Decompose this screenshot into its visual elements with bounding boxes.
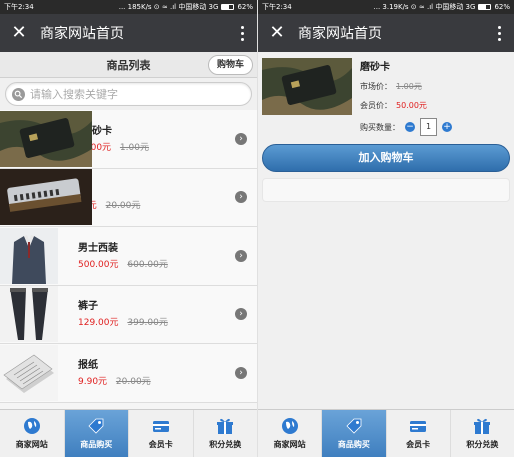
product-image-suit	[0, 227, 58, 284]
product-summary: 磨砂卡 市场价： 1.00元 会员价： 50.00元 购买数量： − 1 +	[262, 58, 510, 136]
tag-icon	[345, 417, 363, 435]
tab-shop-site[interactable]: 商家网站	[0, 410, 65, 457]
search-box	[5, 82, 252, 106]
chevron-right-icon[interactable]: ›	[235, 308, 247, 321]
product-old-price: 20.00元	[105, 201, 141, 212]
tab-label: 积分兑换	[466, 440, 499, 449]
product-image-card	[0, 110, 92, 167]
search-icon	[12, 87, 25, 101]
market-price: 1.00元	[396, 82, 422, 91]
card-icon	[152, 417, 170, 435]
battery-icon	[478, 4, 492, 10]
list-item[interactable]: 裤子 129.00元 399.00元 ›	[0, 285, 257, 344]
gift-icon	[473, 417, 491, 435]
product-price: 129.00元	[78, 318, 119, 329]
title-bar: ✕ 商家网站首页	[0, 14, 257, 52]
list-item[interactable]: 琴 0元 20.00元 ›	[0, 168, 257, 227]
status-network: ... 3.19K/s ⊙ ≈ .ıl 中国移动 3G	[373, 3, 476, 11]
list-item[interactable]: 磨砂卡 0.00元 1.00元 ›	[0, 110, 257, 169]
chevron-right-icon[interactable]: ›	[235, 249, 247, 262]
add-to-cart-button[interactable]: 加入购物车	[262, 144, 510, 172]
more-menu-icon[interactable]	[235, 25, 249, 41]
product-name: 琴	[82, 183, 235, 196]
close-icon[interactable]: ✕	[8, 24, 30, 42]
product-image-card	[262, 58, 352, 115]
battery-icon	[221, 4, 235, 10]
tab-label: 商品购买	[80, 440, 113, 449]
more-menu-icon[interactable]	[492, 25, 506, 41]
chevron-right-icon[interactable]: ›	[235, 132, 247, 145]
product-old-price: 20.00元	[115, 376, 151, 387]
gift-icon	[216, 417, 234, 435]
tab-buy-goods[interactable]: 商品购买	[322, 410, 387, 457]
product-name: 报纸	[78, 359, 98, 371]
tab-points-exchange[interactable]: 积分兑换	[451, 410, 514, 457]
status-battery: 62%	[237, 3, 253, 11]
tab-label: 商品购买	[337, 440, 370, 449]
tab-label: 商家网站	[15, 440, 48, 449]
product-name: 磨砂卡	[360, 62, 390, 73]
list-header: 商品列表 购物车	[0, 52, 257, 78]
product-price: 9.90元	[78, 376, 108, 387]
product-old-price: 1.00元	[119, 142, 149, 153]
plus-icon[interactable]: +	[442, 122, 452, 132]
product-image-harmonica	[0, 169, 92, 226]
tab-label: 积分兑换	[209, 440, 242, 449]
cart-button[interactable]: 购物车	[207, 55, 253, 75]
tab-label: 商家网站	[273, 440, 306, 449]
product-name: 男士西装	[78, 242, 118, 254]
member-price: 50.00元	[396, 101, 427, 110]
quantity-label: 购买数量：	[360, 122, 400, 132]
globe-icon	[281, 417, 299, 435]
market-price-label: 市场价：	[360, 82, 392, 91]
status-bar: 下午2:34 ... 3.19K/s ⊙ ≈ .ıl 中国移动 3G 62%	[258, 0, 514, 14]
chevron-right-icon[interactable]: ›	[235, 191, 247, 204]
tab-points-exchange[interactable]: 积分兑换	[194, 410, 258, 457]
left-screen: 下午2:34 ... 185K/s ⊙ ≈ .ıl 中国移动 3G 62% ✕ …	[0, 0, 257, 457]
title-bar: ✕ 商家网站首页	[258, 14, 514, 52]
page-title: 商家网站首页	[298, 26, 382, 42]
product-old-price: 600.00元	[127, 259, 168, 270]
tab-bar: 商家网站 商品购买 会员卡 积分兑换	[258, 409, 514, 457]
product-old-price: 399.00元	[127, 318, 168, 329]
right-screen: 下午2:34 ... 3.19K/s ⊙ ≈ .ıl 中国移动 3G 62% ✕…	[257, 0, 514, 457]
status-time: 下午2:34	[4, 3, 34, 11]
close-icon[interactable]: ✕	[266, 24, 288, 42]
page-title: 商家网站首页	[40, 26, 124, 42]
status-time: 下午2:34	[262, 3, 292, 11]
product-image-pants	[0, 286, 58, 343]
tab-label: 会员卡	[406, 440, 431, 449]
tab-buy-goods[interactable]: 商品购买	[64, 410, 129, 457]
status-network: ... 185K/s ⊙ ≈ .ıl 中国移动 3G	[118, 3, 219, 11]
product-info: 磨砂卡 市场价： 1.00元 会员价： 50.00元 购买数量： − 1 +	[360, 58, 452, 136]
tab-member-card[interactable]: 会员卡	[387, 410, 451, 457]
product-detail: 磨砂卡 市场价： 1.00元 会员价： 50.00元 购买数量： − 1 + 加入购	[258, 52, 514, 202]
list-item[interactable]: 男士西装 500.00元 600.00元 ›	[0, 227, 257, 286]
tab-bar: 商家网站 商品购买 会员卡 积分兑换	[0, 409, 257, 457]
search-bar	[0, 78, 257, 110]
quantity-input[interactable]: 1	[420, 118, 437, 136]
tag-icon	[87, 417, 105, 435]
detail-panel	[262, 178, 510, 202]
product-image-newspaper	[0, 344, 58, 401]
tab-member-card[interactable]: 会员卡	[129, 410, 194, 457]
list-header-title: 商品列表	[106, 58, 151, 72]
product-list: 磨砂卡 0.00元 1.00元 › 20.00元 › 男士西装 500.00元 …	[0, 110, 257, 403]
globe-icon	[23, 417, 41, 435]
minus-icon[interactable]: −	[405, 122, 415, 132]
card-icon	[409, 417, 427, 435]
search-input[interactable]	[30, 87, 245, 101]
product-name: 磨砂卡	[82, 125, 112, 137]
tab-label: 会员卡	[148, 440, 173, 449]
chevron-right-icon[interactable]: ›	[235, 366, 247, 379]
status-battery: 62%	[494, 3, 510, 11]
status-bar: 下午2:34 ... 185K/s ⊙ ≈ .ıl 中国移动 3G 62%	[0, 0, 257, 14]
list-item[interactable]: 报纸 9.90元 20.00元 ›	[0, 344, 257, 403]
tab-shop-site[interactable]: 商家网站	[258, 410, 323, 457]
quantity-stepper: 购买数量： − 1 +	[360, 118, 452, 136]
product-price: 500.00元	[78, 259, 119, 270]
member-price-label: 会员价：	[360, 101, 392, 110]
product-name: 裤子	[78, 301, 98, 313]
